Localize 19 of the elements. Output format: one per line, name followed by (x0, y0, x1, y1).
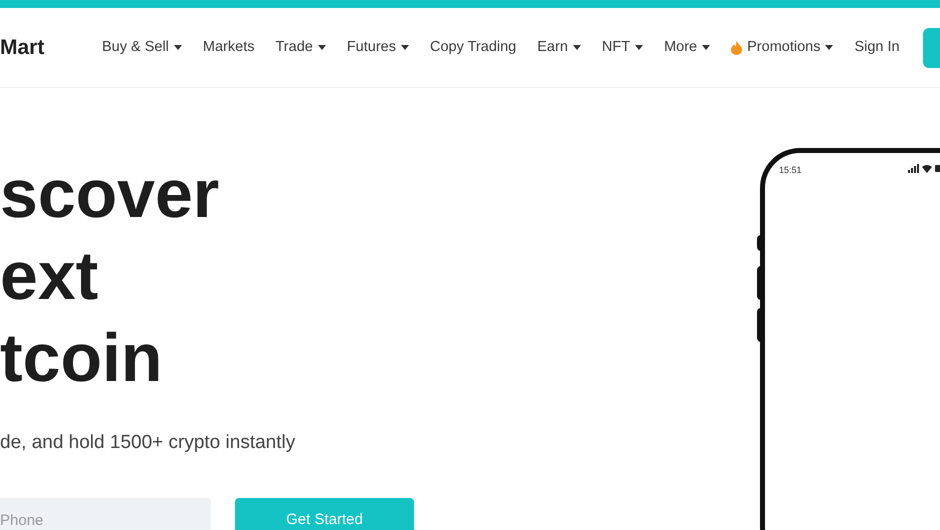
headline-line: tcoin (0, 319, 162, 398)
nav-link[interactable]: More (664, 36, 710, 58)
phone-input-field[interactable]: Phone (0, 498, 211, 530)
status-icons (908, 164, 940, 173)
nav-link[interactable]: Sign In (854, 36, 900, 58)
hero-subtitle: de, and hold 1500+ crypto instantly (0, 431, 296, 455)
nav-link[interactable]: Earn (537, 36, 581, 58)
nav-link[interactable]: Copy Trading (430, 36, 516, 58)
nav-link[interactable]: Promotions (731, 36, 834, 58)
nav-link[interactable]: Futures (346, 36, 409, 58)
headline-line: scover (0, 155, 220, 234)
nav-link[interactable]: Buy & Sell (102, 36, 182, 58)
status-time: 15:51 (779, 164, 802, 177)
nav-link[interactable]: Trade (275, 36, 326, 58)
flame-icon (731, 40, 742, 54)
nav-link[interactable]: Markets (202, 36, 254, 58)
nav-link[interactable]: NFT (602, 36, 644, 58)
headline-line: ext (0, 237, 98, 316)
logo-text[interactable]: Mart (0, 32, 90, 64)
